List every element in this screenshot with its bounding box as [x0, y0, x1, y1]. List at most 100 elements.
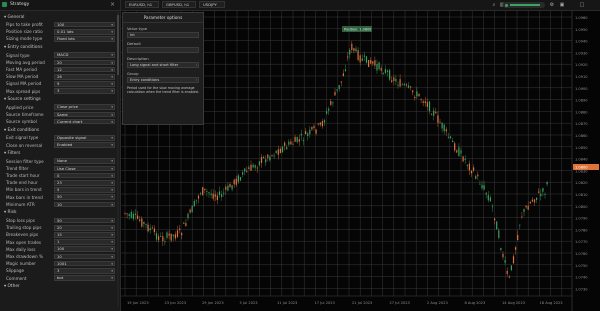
- parameter-input[interactable]: 12 ▾: [54, 66, 115, 73]
- candle-body: [376, 64, 378, 71]
- parameter-input[interactable]: Same ▾: [54, 111, 115, 118]
- price-tick-label: 1.0820: [575, 181, 588, 185]
- section-header[interactable]: ▾ General: [4, 13, 117, 21]
- parameter-input[interactable]: Fixed lots ▾: [54, 36, 115, 42]
- parameter-input[interactable]: 20 ▾: [54, 59, 115, 66]
- parameter-row: Breakeven pips 15 ▾: [4, 231, 117, 238]
- description-input[interactable]: Long signal and short filter ›: [127, 62, 199, 68]
- candle-body: [313, 126, 315, 129]
- parameter-row: Max daily loss 100 ▾: [4, 246, 117, 253]
- candle-body: [494, 218, 496, 221]
- section-header[interactable]: ▾ Source settings: [4, 96, 117, 104]
- price-tick-label: 1.0880: [575, 110, 588, 114]
- parameter-input[interactable]: 10 ▾: [54, 201, 115, 208]
- section-header[interactable]: ▾ Exit conditions: [4, 126, 117, 134]
- parameter-input[interactable]: 5 ▾: [54, 187, 115, 193]
- parameter-input[interactable]: 50 ▾: [54, 194, 115, 200]
- candle-body: [414, 96, 416, 99]
- value-type-select[interactable]: Int: [127, 32, 199, 38]
- candle-body: [468, 163, 470, 171]
- chart-tab[interactable]: USDJPY: [199, 1, 225, 8]
- candle-body: [132, 213, 134, 219]
- parameter-input[interactable]: 3 ▾: [54, 268, 115, 274]
- candle-body: [155, 233, 158, 240]
- candle-body: [519, 224, 521, 226]
- field-label: Value type: [127, 26, 148, 31]
- candle-body: [218, 191, 221, 196]
- parameter-input[interactable]: 50 ▾: [54, 217, 115, 224]
- candle-body: [393, 77, 395, 82]
- chart-tab[interactable]: EURUSD, h1: [125, 1, 159, 8]
- parameter-input[interactable]: 26 ▾: [54, 73, 115, 80]
- chevron-down-icon: ▾: [111, 240, 113, 245]
- settings-icon[interactable]: ⚙: [549, 2, 555, 8]
- price-tick-label: 1.0730: [575, 287, 588, 291]
- candle-body: [277, 149, 279, 155]
- candle-body: [176, 230, 179, 237]
- time-tick-label: 2 Aug 2023: [427, 301, 448, 305]
- candle-body: [305, 131, 307, 135]
- candle-body: [193, 200, 195, 207]
- parameter-input[interactable]: MACD ▾: [54, 52, 115, 58]
- candle-body: [542, 188, 544, 192]
- parameter-input[interactable]: 1001 ▾: [54, 260, 115, 267]
- parameter-input[interactable]: None ▾: [54, 158, 115, 165]
- candle-body: [441, 122, 443, 129]
- parameter-input[interactable]: Enabled ▾: [54, 142, 115, 148]
- price-tick-label: 1.0750: [575, 264, 588, 268]
- chart-tab[interactable]: GBPUSD, h1: [162, 1, 196, 8]
- candle-body: [456, 150, 458, 153]
- parameter-input[interactable]: Opposite signal ▾: [54, 135, 115, 141]
- price-tick-label: 1.0800: [575, 205, 588, 209]
- candle-body: [254, 165, 256, 168]
- parameter-input[interactable]: 100 ▾: [54, 21, 115, 28]
- parameter-input[interactable]: 23 ▾: [54, 179, 115, 186]
- candle-body: [380, 68, 382, 71]
- parameter-input[interactable]: 3 ▾: [54, 88, 115, 94]
- parameter-input[interactable]: bot ▾: [54, 275, 115, 281]
- candle-body: [332, 102, 334, 104]
- parameter-input[interactable]: 0.01 lots ▾: [54, 28, 115, 35]
- chevron-down-icon: ▾: [111, 225, 113, 230]
- candle-body: [191, 205, 193, 213]
- candle-body: [452, 140, 454, 143]
- maximize-icon[interactable]: □: [579, 2, 585, 8]
- section-header[interactable]: ▾ Other: [4, 283, 117, 291]
- close-icon[interactable]: ×: [110, 1, 115, 8]
- parameter-input[interactable]: Current chart ▾: [54, 118, 115, 125]
- group-select[interactable]: Entry conditions ›: [127, 77, 199, 83]
- parameter-input[interactable]: 0 ▾: [54, 172, 115, 179]
- candle-body: [368, 59, 370, 68]
- chevron-down-icon: ▾: [111, 195, 113, 200]
- price-tick-label: 1.0850: [575, 146, 588, 150]
- candle-body: [426, 102, 428, 107]
- candle-body: [189, 209, 191, 213]
- section-header[interactable]: ▾ Filters: [4, 150, 117, 158]
- section-header[interactable]: ▾ Risk: [4, 209, 117, 217]
- candle-body: [279, 148, 281, 153]
- candle-body: [449, 136, 452, 139]
- parameter-label: Sizing mode type: [6, 36, 43, 42]
- parameter-input[interactable]: 20 ▾: [54, 224, 115, 231]
- layout-icon[interactable]: ▣: [559, 2, 565, 8]
- parameter-input[interactable]: 100 ▾: [54, 246, 115, 253]
- parameter-input[interactable]: Use Close ▾: [54, 165, 115, 172]
- panel-scrollbar[interactable]: [117, 12, 119, 307]
- candle-body: [462, 156, 464, 162]
- candle-body: [151, 227, 153, 229]
- parameter-input[interactable]: 10 ▾: [54, 253, 115, 260]
- parameter-row: Signal MA period 9 ▾: [4, 80, 117, 87]
- search-icon[interactable]: ⌕: [491, 2, 497, 8]
- parameter-input[interactable]: Close price ▾: [54, 104, 115, 111]
- parameter-input[interactable]: 15 ▾: [54, 232, 115, 238]
- section-header[interactable]: ▾ Entry conditions: [4, 44, 117, 52]
- candle-body: [420, 99, 422, 100]
- parameter-row: Pips to take profit 100 ▾: [4, 21, 117, 28]
- default-input[interactable]: [127, 47, 199, 53]
- time-tick-label: 29 Jun 2023: [202, 301, 224, 305]
- price-tick-label: 1.0840: [575, 158, 588, 162]
- parameter-input[interactable]: 1 ▾: [54, 239, 115, 245]
- candle-body: [197, 195, 200, 199]
- chevron-down-icon: ▾: [111, 166, 113, 171]
- parameter-input[interactable]: 9 ▾: [54, 81, 115, 87]
